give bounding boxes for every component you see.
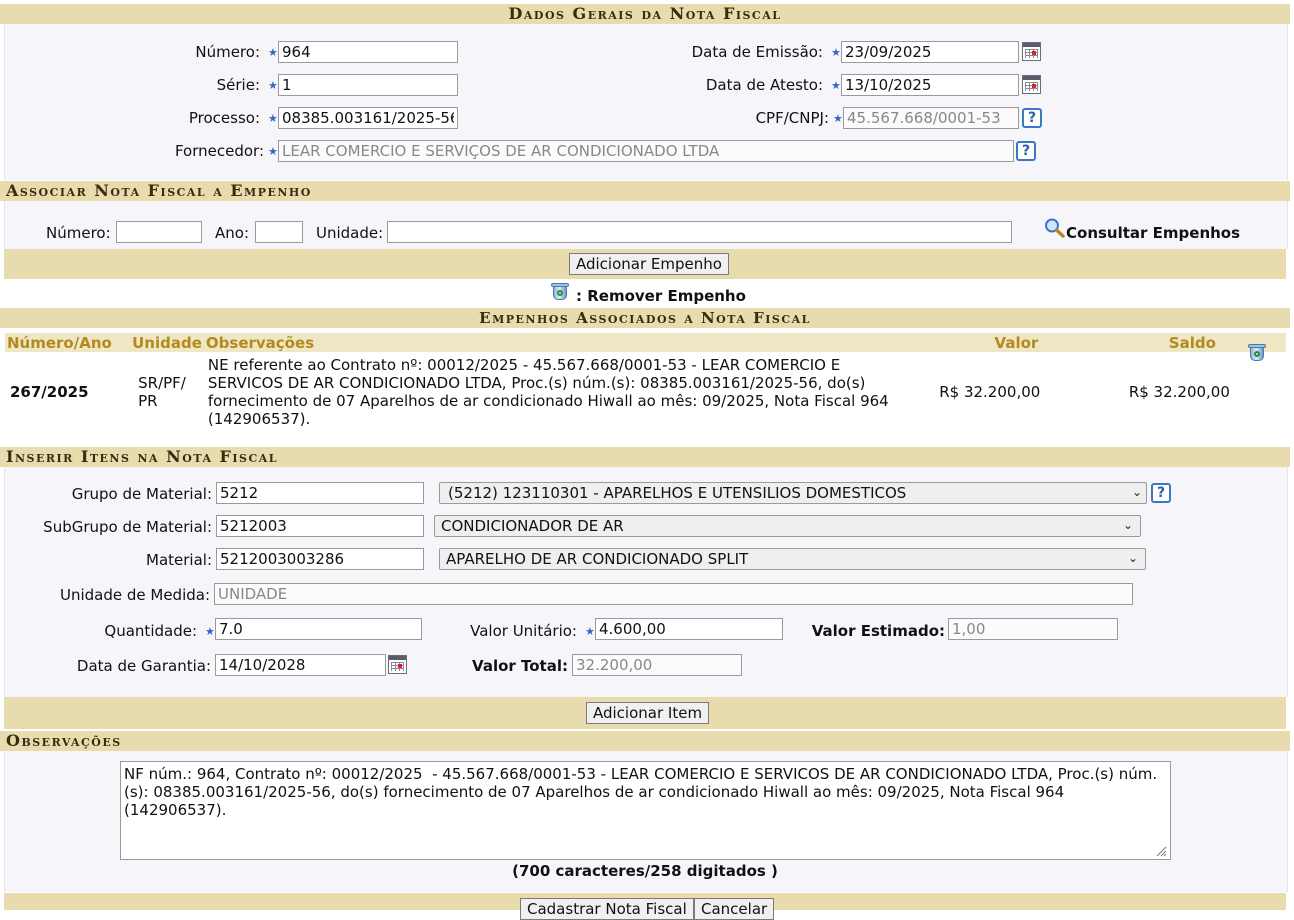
cadastrar-nota-button[interactable]: Cadastrar Nota Fiscal xyxy=(520,898,694,920)
empenho-unidade-input[interactable] xyxy=(387,221,1012,243)
material-code-input[interactable] xyxy=(216,548,424,570)
grupo-help-icon[interactable]: ? xyxy=(1151,483,1171,503)
quantidade-label: Quantidade: xyxy=(104,622,197,640)
col-numero-ano: Número/Ano xyxy=(5,333,131,352)
observacoes-textarea[interactable]: NF núm.: 964, Contrato nº: 00012/2025 - … xyxy=(120,761,1171,860)
valor-estimado-input[interactable] xyxy=(948,618,1118,640)
numero-nf-input[interactable] xyxy=(278,41,458,63)
valor-estimado-label: Valor Estimado: xyxy=(811,622,945,640)
col-valor: Valor xyxy=(899,333,1069,352)
col-unidade: Unidade xyxy=(130,333,204,352)
grupo-label: Grupo de Material: xyxy=(71,485,212,503)
subgrupo-select-value: CONDICIONADOR DE AR xyxy=(441,517,624,535)
table-row: 267/2025 SR/PF/ PR NE referente ao Contr… xyxy=(5,344,1286,432)
empenho-numero-ano: 267/2025 xyxy=(5,352,131,432)
serie-input[interactable] xyxy=(278,74,458,96)
material-select[interactable]: APARELHO DE AR CONDICIONADO SPLIT xyxy=(439,548,1146,570)
serie-label: Série: xyxy=(216,76,260,94)
chevron-down-icon: ⌄ xyxy=(1128,551,1139,565)
required-icon: ★ xyxy=(268,145,278,158)
remover-empenho-legend: : Remover Empenho xyxy=(576,287,746,305)
section-title-dados-gerais: Dados Gerais da Nota Fiscal xyxy=(0,4,1290,24)
magnifier-icon[interactable] xyxy=(1044,218,1066,238)
required-icon: ★ xyxy=(268,79,278,92)
valor-unitario-input[interactable] xyxy=(595,618,783,640)
calendar-icon[interactable] xyxy=(1022,75,1041,94)
required-icon: ★ xyxy=(268,46,278,59)
resize-handle-icon[interactable] xyxy=(1155,845,1167,857)
section-title-empenhos: Empenhos Associados a Nota Fiscal xyxy=(0,308,1290,328)
section-title-observacoes: Observações xyxy=(0,731,1290,751)
col-observacoes: Observações xyxy=(203,333,900,352)
empenho-valor: R$ 32.200,00 xyxy=(899,352,1069,432)
required-icon: ★ xyxy=(585,625,595,638)
required-icon: ★ xyxy=(831,79,841,92)
calendar-icon[interactable] xyxy=(388,655,407,674)
fornecedor-help-icon[interactable]: ? xyxy=(1016,141,1036,161)
required-icon: ★ xyxy=(268,112,278,125)
empenho-numero-label: Número: xyxy=(46,224,111,242)
empenho-unidade: SR/PF/ PR xyxy=(130,352,204,432)
unidade-medida-input[interactable] xyxy=(214,583,1133,605)
grupo-select[interactable]: (5212) 123110301 - APARELHOS E UTENSILIO… xyxy=(439,482,1147,504)
valor-total-input[interactable] xyxy=(572,654,742,676)
subgrupo-code-input[interactable] xyxy=(216,515,424,537)
cancelar-button[interactable]: Cancelar xyxy=(694,898,775,920)
consultar-empenhos-link[interactable]: Consultar Empenhos xyxy=(1066,224,1240,242)
required-icon: ★ xyxy=(833,112,843,125)
section-title-itens: Inserir Itens na Nota Fiscal xyxy=(0,447,1290,467)
fornecedor-label: Fornecedor: xyxy=(174,142,264,160)
remove-cell xyxy=(1243,344,1286,432)
cpf-help-icon[interactable]: ? xyxy=(1022,108,1042,128)
empenho-unidade-label: Unidade: xyxy=(316,224,384,242)
numero-label: Número: xyxy=(195,43,260,61)
required-icon: ★ xyxy=(205,625,215,638)
material-label: Material: xyxy=(146,551,212,569)
quantidade-input[interactable] xyxy=(215,618,422,640)
grupo-code-input[interactable] xyxy=(216,482,424,504)
empenhos-table: Número/Ano Unidade Observações Valor Sal… xyxy=(5,333,1286,432)
col-saldo: Saldo xyxy=(1068,333,1244,352)
cpf-cnpj-label: CPF/CNPJ: xyxy=(755,109,829,127)
char-counter: (700 caracteres/258 digitados ) xyxy=(512,862,778,880)
empenho-observacoes: NE referente ao Contrato nº: 00012/2025 … xyxy=(203,352,900,432)
adicionar-empenho-button[interactable]: Adicionar Empenho xyxy=(569,253,729,275)
empenho-saldo: R$ 32.200,00 xyxy=(1068,352,1244,432)
cpf-cnpj-input[interactable] xyxy=(843,107,1019,129)
trash-icon xyxy=(551,281,569,301)
grupo-select-value: (5212) 123110301 - APARELHOS E UTENSILIO… xyxy=(448,484,907,502)
data-atesto-input[interactable] xyxy=(841,74,1019,96)
data-garantia-input[interactable] xyxy=(215,654,386,676)
processo-label: Processo: xyxy=(188,109,260,127)
valor-total-label: Valor Total: xyxy=(472,657,568,675)
unidade-medida-label: Unidade de Medida: xyxy=(59,586,210,604)
required-icon: ★ xyxy=(831,46,841,59)
data-garantia-label: Data de Garantia: xyxy=(76,657,211,675)
chevron-down-icon: ⌄ xyxy=(1132,485,1143,499)
processo-input[interactable] xyxy=(278,107,458,129)
fornecedor-input[interactable] xyxy=(278,140,1014,162)
data-emissao-input[interactable] xyxy=(841,41,1019,63)
calendar-icon[interactable] xyxy=(1022,42,1041,61)
adicionar-item-button[interactable]: Adicionar Item xyxy=(586,702,710,724)
subgrupo-label: SubGrupo de Material: xyxy=(43,518,212,536)
empenho-numero-input[interactable] xyxy=(116,221,202,243)
material-select-value: APARELHO DE AR CONDICIONADO SPLIT xyxy=(446,550,749,568)
empenho-ano-label: Ano: xyxy=(215,224,249,242)
empenho-ano-input[interactable] xyxy=(255,221,303,243)
subgrupo-select[interactable]: CONDICIONADOR DE AR xyxy=(434,515,1141,537)
remove-empenho-icon[interactable] xyxy=(1247,342,1266,362)
section-title-associar: Associar Nota Fiscal a Empenho xyxy=(0,181,1290,201)
data-emissao-label: Data de Emissão: xyxy=(691,43,823,61)
chevron-down-icon: ⌄ xyxy=(1123,518,1134,532)
data-atesto-label: Data de Atesto: xyxy=(705,76,823,94)
valor-unitario-label: Valor Unitário: xyxy=(470,622,577,640)
